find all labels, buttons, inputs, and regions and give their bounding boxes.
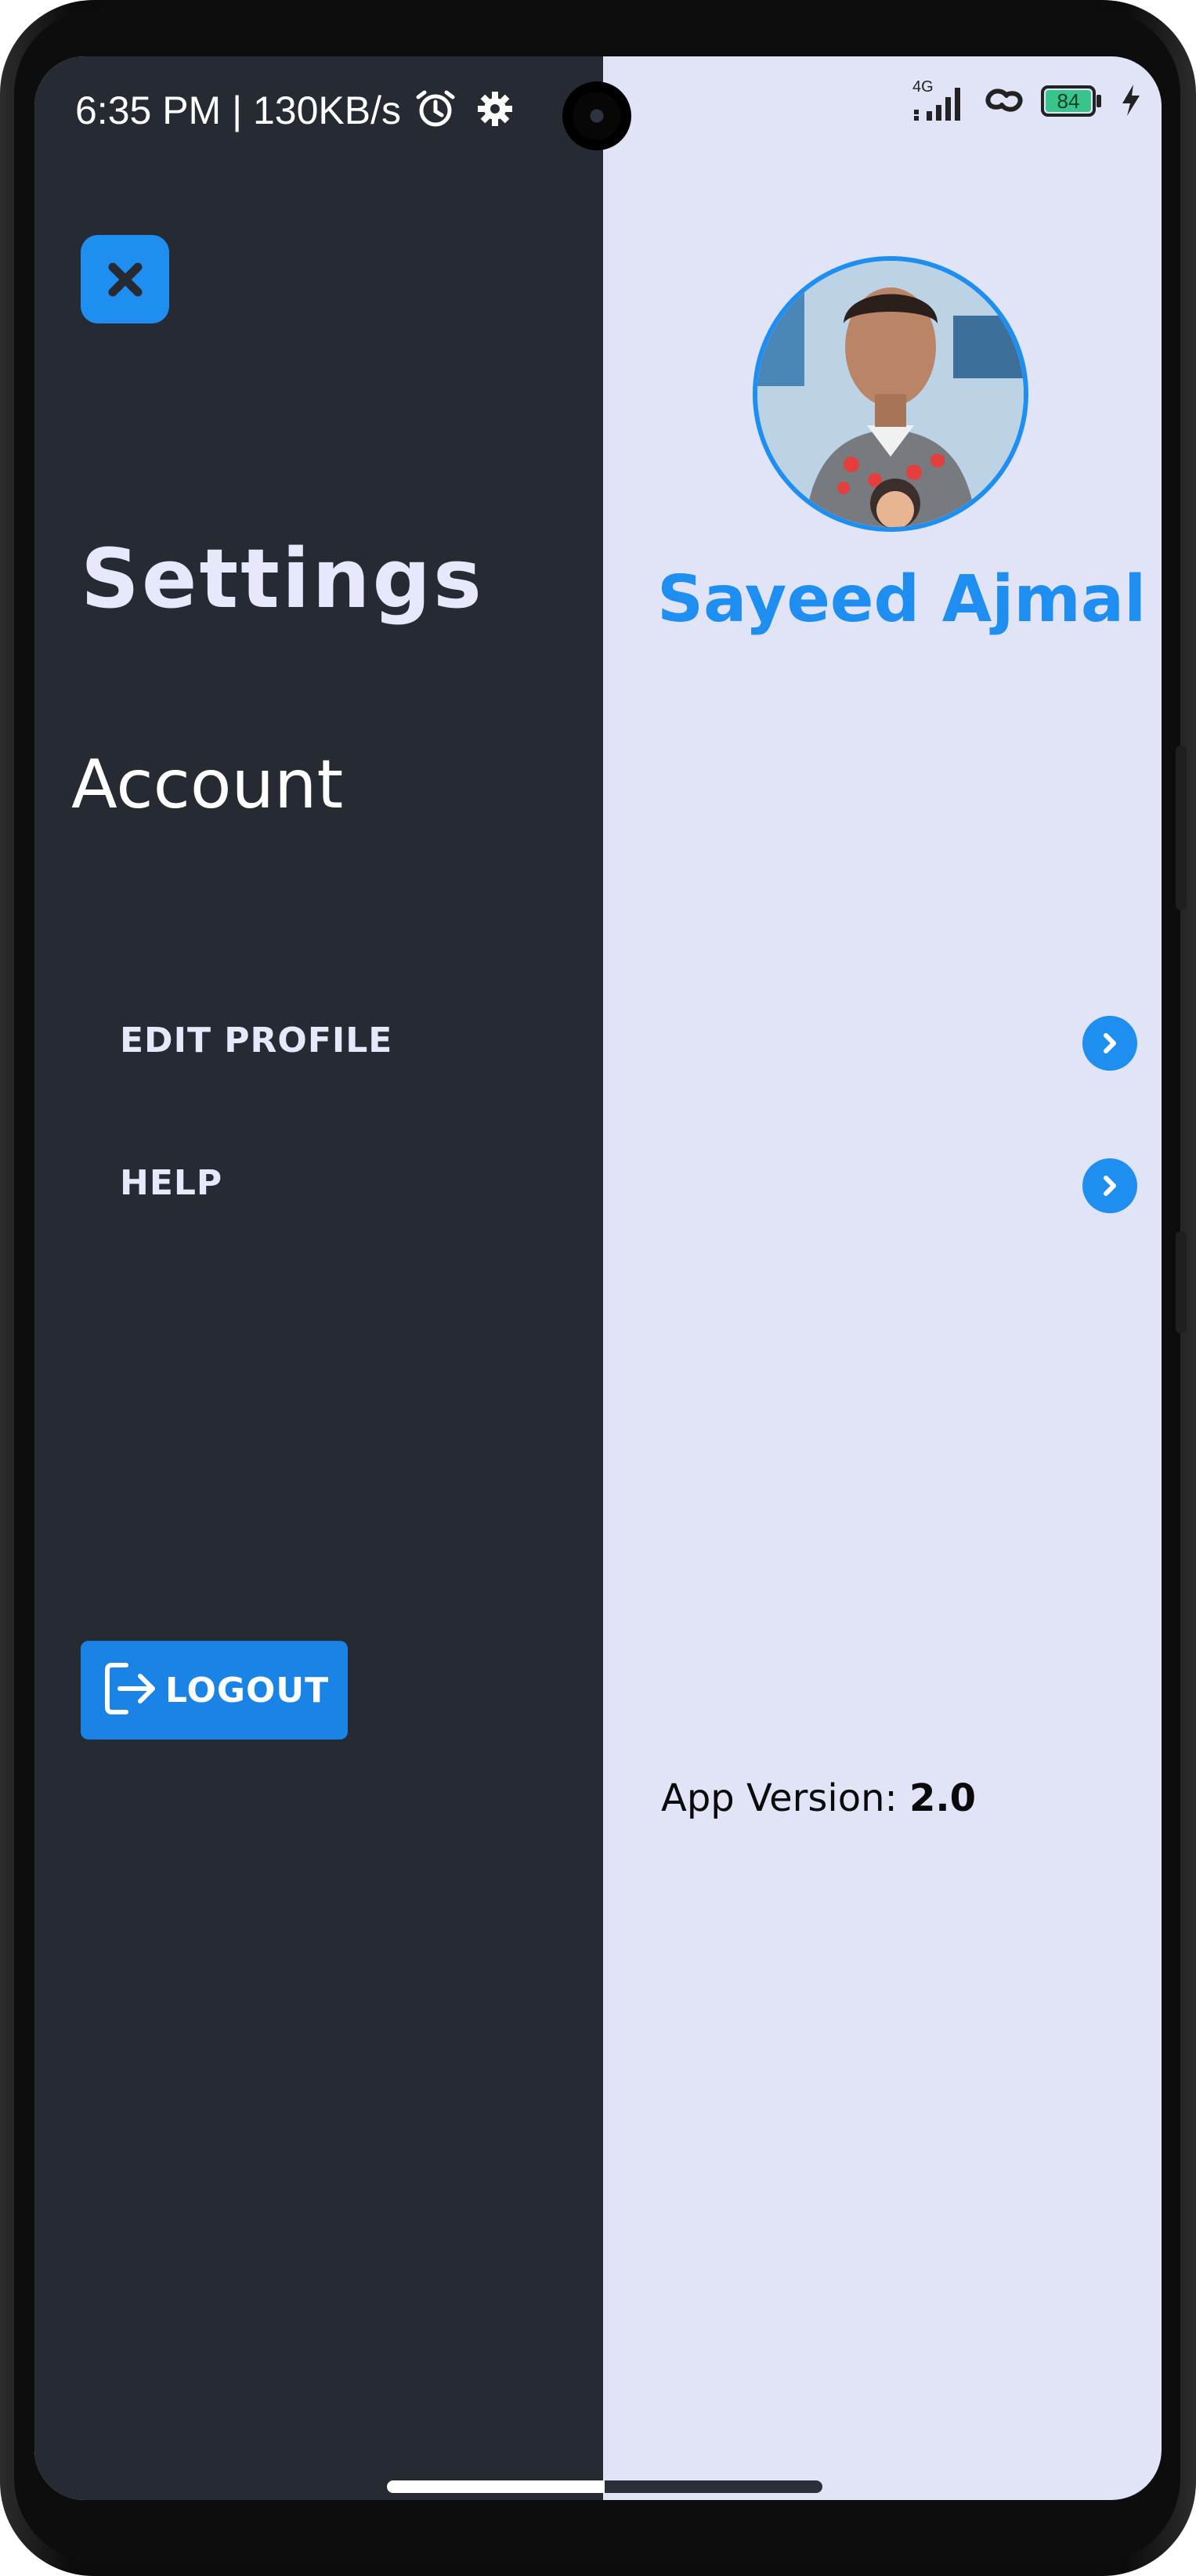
menu-item-label: HELP (120, 1163, 223, 1203)
section-title-account: Account (71, 746, 344, 824)
settings-gear-icon (476, 90, 514, 137)
close-icon (108, 262, 142, 296)
app-screen: 6:35 PM | 130KB/s 4G 84 Settings Account… (34, 56, 1162, 2500)
battery-icon: 84 (1041, 85, 1104, 118)
app-version-number: 2.0 (909, 1776, 976, 1820)
status-time-speed: 6:35 PM | 130KB/s (75, 89, 401, 132)
phone-frame: 6:35 PM | 130KB/s 4G 84 Settings Account… (0, 0, 1196, 2576)
avatar (753, 256, 1028, 532)
volume-button (1176, 746, 1187, 910)
page-title: Settings (81, 531, 484, 627)
profile-name: Sayeed Ajmal (657, 562, 1147, 637)
signal-icon: 4G (912, 78, 967, 122)
menu-item-help[interactable]: HELP (34, 1149, 1162, 1219)
menu-item-label: EDIT PROFILE (120, 1021, 393, 1060)
alarm-icon (414, 89, 457, 138)
app-version-label: App Version: (661, 1776, 909, 1820)
battery-level: 84 (1057, 89, 1080, 113)
power-button (1176, 1231, 1187, 1333)
menu-item-edit-profile[interactable]: EDIT PROFILE (34, 1006, 1162, 1077)
logout-button[interactable]: LOGOUT (81, 1641, 348, 1740)
settings-drawer-panel (34, 56, 603, 2500)
link-icon (983, 83, 1025, 121)
avatar-photo (757, 261, 1024, 527)
app-version: App Version: 2.0 (661, 1776, 976, 1820)
chevron-right-icon[interactable] (1082, 1158, 1137, 1213)
front-camera (562, 81, 631, 150)
close-button[interactable] (81, 235, 169, 323)
home-indicator[interactable] (387, 2480, 822, 2493)
logout-label: LOGOUT (165, 1670, 330, 1711)
status-bar-left: 6:35 PM | 130KB/s (75, 88, 514, 138)
status-bar-right: 4G 84 (912, 78, 1141, 125)
logout-icon (103, 1660, 159, 1720)
charging-icon (1119, 83, 1141, 121)
chevron-right-icon[interactable] (1082, 1016, 1137, 1071)
